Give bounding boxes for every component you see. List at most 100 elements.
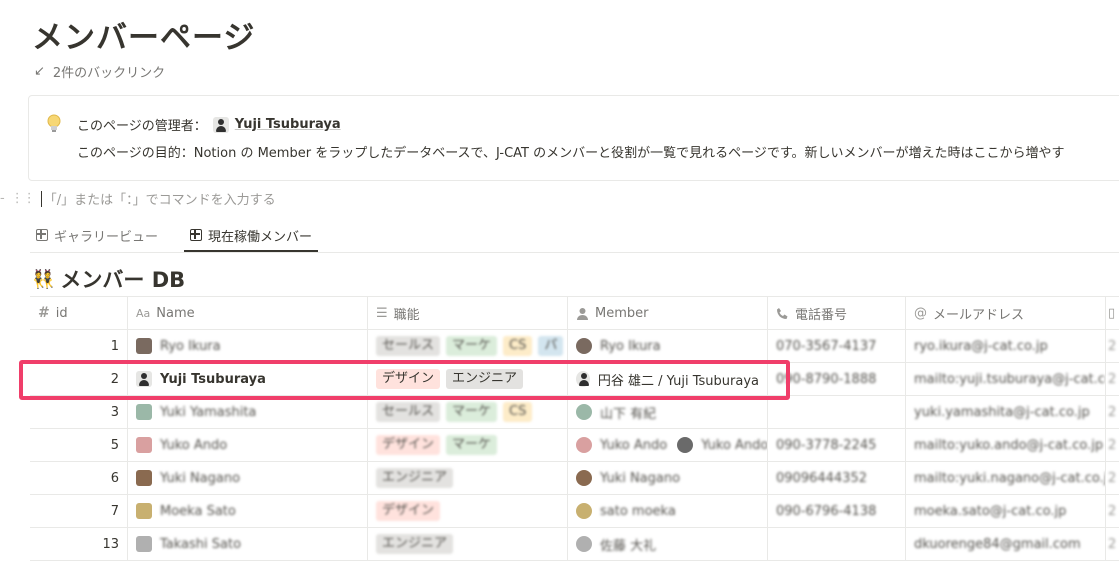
lightbulb-icon (47, 114, 61, 132)
callout-purpose: このページの目的：Notion の Member をラップしたデータベースで、J… (77, 146, 1065, 161)
name-cell[interactable]: Yuko Ando (128, 429, 368, 461)
avatar (576, 404, 592, 420)
table-row[interactable]: 13 Takashi Sato エンジニア 佐藤 大礼 dkuorenge84@gmai… (30, 528, 1119, 561)
id-cell[interactable]: 6 (30, 462, 128, 494)
column-header-overflow[interactable]: ▯ (1106, 297, 1119, 329)
member-cell[interactable]: Yuki Nagano (568, 462, 768, 494)
email-cell[interactable]: ryo.ikura@j-cat.co.jp (906, 330, 1106, 362)
phone-cell[interactable] (768, 528, 906, 560)
role-tag: エンジニア (376, 468, 454, 488)
phone-cell[interactable]: 09096444352 (768, 462, 906, 494)
backlinks-button[interactable]: ↙ 2件のバックリンク (34, 62, 165, 81)
role-cell[interactable]: セールス マーケ CS パ (368, 330, 568, 362)
list-icon: ☰ (376, 305, 388, 321)
column-header-member[interactable]: Member (568, 297, 768, 329)
avatar (576, 338, 592, 354)
role-tag: セールス (376, 402, 441, 422)
avatar (136, 470, 152, 486)
backlinks-label: 2件のバックリンク (52, 66, 166, 81)
admin-name-link[interactable]: Yuji Tsuburaya (235, 117, 341, 132)
tab-gallery-view[interactable]: ギャラリービュー (30, 220, 164, 250)
table-row[interactable]: 3 Yuki Yamashita セールス マーケ CS 山下 有紀 yuki.yamash… (30, 396, 1119, 429)
avatar (136, 437, 152, 453)
email-cell[interactable]: moeka.sato@j-cat.co.jp (906, 495, 1106, 527)
avatar (136, 536, 152, 552)
role-cell[interactable]: セールス マーケ CS (368, 396, 568, 428)
role-cell[interactable]: エンジニア (368, 528, 568, 560)
role-tag: CS (503, 402, 533, 422)
callout-admin-label: このページの管理者： (77, 119, 207, 134)
member-cell[interactable]: Yuko Ando Yuko Ando (568, 429, 768, 461)
name-cell[interactable]: Yuki Nagano (128, 462, 368, 494)
calendar-icon: ▯ (1108, 305, 1116, 321)
column-header-email[interactable]: @ メールアドレス (906, 297, 1106, 329)
role-cell[interactable]: デザイン マーケ (368, 429, 568, 461)
overflow-cell[interactable]: 2 (1106, 396, 1119, 428)
name-text: Yuki Yamashita (160, 404, 257, 420)
table-row[interactable]: 7 Moeka Sato デザイン sato moeka 090-6796-4138 mo… (30, 495, 1119, 528)
arrow-down-left-icon: ↙ (34, 64, 45, 79)
member-name: Yuki Nagano (600, 470, 681, 486)
table-row[interactable]: 1 Ryo Ikura セールス マーケ CS パ Ryo Ikura 070-3567-41… (30, 330, 1119, 363)
overflow-cell[interactable]: 2 (1106, 330, 1119, 362)
email-cell[interactable]: mailto:yuji.tsuburaya@j-cat.co.jp (906, 363, 1106, 395)
overflow-cell[interactable]: 2 (1106, 363, 1119, 395)
name-cell[interactable]: Ryo Ikura (128, 330, 368, 362)
id-cell[interactable]: 3 (30, 396, 128, 428)
avatar (576, 470, 592, 486)
text-type-icon: Aa (136, 306, 151, 320)
member-cell[interactable]: sato moeka (568, 495, 768, 527)
column-header-id[interactable]: # id (30, 297, 128, 329)
database-title[interactable]: 👯 メンバー DB (32, 264, 185, 294)
email-cell[interactable]: yuki.yamashita@j-cat.co.jp (906, 396, 1106, 428)
tab-active-members[interactable]: 現在稼働メンバー (184, 220, 319, 252)
phone-cell[interactable] (768, 396, 906, 428)
member-name: 佐藤 大礼 (600, 538, 657, 554)
block-add-icon[interactable]: - (0, 191, 5, 206)
role-cell[interactable]: エンジニア (368, 462, 568, 494)
role-cell[interactable]: デザイン (368, 495, 568, 527)
column-header-role[interactable]: ☰ 職能 (368, 297, 568, 329)
id-cell[interactable]: 13 (30, 528, 128, 560)
member-cell[interactable]: Ryo Ikura (568, 330, 768, 362)
phone-cell[interactable]: 070-3567-4137 (768, 330, 906, 362)
email-cell[interactable]: dkuorenge84@gmail.com (906, 528, 1106, 560)
role-tag: デザイン (376, 501, 441, 521)
id-cell[interactable]: 1 (30, 330, 128, 362)
table-row[interactable]: 5 Yuko Ando デザイン マーケ Yuko Ando Yuko Ando 090-3… (30, 429, 1119, 462)
drag-handle-icon[interactable]: ⋮⋮ (11, 191, 36, 206)
role-tag: デザイン (376, 435, 441, 455)
command-input[interactable]: - ⋮⋮ 「/」または「：」でコマンドを入力する (0, 189, 276, 208)
overflow-cell[interactable]: 2 (1106, 495, 1119, 527)
email-cell[interactable]: mailto:yuko.ando@j-cat.co.jp (906, 429, 1106, 461)
name-cell[interactable]: Takashi Sato (128, 528, 368, 560)
name-text: Yuki Nagano (160, 470, 241, 486)
column-header-name[interactable]: Aa Name (128, 297, 368, 329)
overflow-cell[interactable]: 2 (1106, 429, 1119, 461)
role-tag: パ (538, 336, 564, 356)
member-cell[interactable]: 佐藤 大礼 (568, 528, 768, 560)
phone-cell[interactable]: 090-3778-2245 (768, 429, 906, 461)
avatar (212, 116, 229, 133)
avatar (576, 536, 592, 552)
dancers-emoji-icon: 👯 (32, 268, 55, 290)
id-cell[interactable]: 5 (30, 429, 128, 461)
column-header-phone[interactable]: 電話番号 (768, 297, 906, 329)
phone-cell[interactable]: 090-6796-4138 (768, 495, 906, 527)
overflow-cell[interactable]: 2 (1106, 528, 1119, 560)
tab-divider (30, 252, 1119, 253)
name-cell[interactable]: Moeka Sato (128, 495, 368, 527)
member-name: Yuko Ando (600, 437, 668, 453)
name-text: Moeka Sato (160, 503, 236, 519)
role-tag: マーケ (446, 402, 498, 422)
person-icon (577, 307, 588, 320)
overflow-cell[interactable]: 2 (1106, 462, 1119, 494)
table-row[interactable]: 6 Yuki Nagano エンジニア Yuki Nagano 09096444352 m… (30, 462, 1119, 495)
avatar (136, 503, 152, 519)
avatar (136, 404, 152, 420)
phone-text: 070-3567-4137 (776, 338, 877, 354)
member-cell[interactable]: 山下 有紀 (568, 396, 768, 428)
name-cell[interactable]: Yuki Yamashita (128, 396, 368, 428)
email-cell[interactable]: mailto:yuki.nagano@j-cat.co.jp (906, 462, 1106, 494)
id-cell[interactable]: 7 (30, 495, 128, 527)
